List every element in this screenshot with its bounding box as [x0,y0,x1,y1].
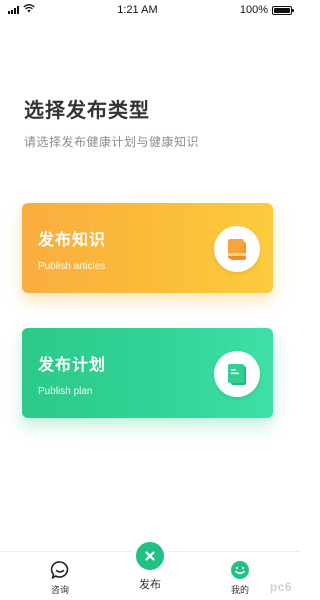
tab-label: 我的 [230,586,249,596]
publish-knowledge-card[interactable]: 发布知识 Publish articles [22,203,273,293]
tab-mine[interactable]: 我的 [200,552,280,600]
page-title: 选择发布类型 [24,98,150,122]
tab-label: 发布 [139,578,161,591]
tab-publish[interactable]: 发布 [110,538,190,592]
status-left [8,4,35,16]
tab-consult[interactable]: 咨询 [20,552,100,600]
battery-icon [272,5,294,15]
wifi-icon [23,4,35,16]
tab-label: 咨询 [50,586,69,596]
smiley-icon [230,560,250,580]
page-subtitle: 请选择发布健康计划与健康知识 [24,135,200,149]
battery-percent: 100% [239,4,268,16]
publish-plan-card[interactable]: 发布计划 Publish plan [22,328,273,418]
tab-bar: 咨询 发布 我的 pc6 [0,538,300,600]
battery-level [274,7,290,13]
status-time: 1:21 AM [117,4,158,16]
status-bar: 1:21 AM 100% [0,0,300,20]
status-right: 100% [239,4,294,16]
close-icon [145,551,155,561]
watermark: pc6 [269,580,292,594]
signal-icon [8,6,19,14]
book-icon [214,226,260,272]
chat-bubble-icon [50,560,70,580]
publish-button[interactable] [132,538,168,574]
notebook-icon [214,351,260,397]
